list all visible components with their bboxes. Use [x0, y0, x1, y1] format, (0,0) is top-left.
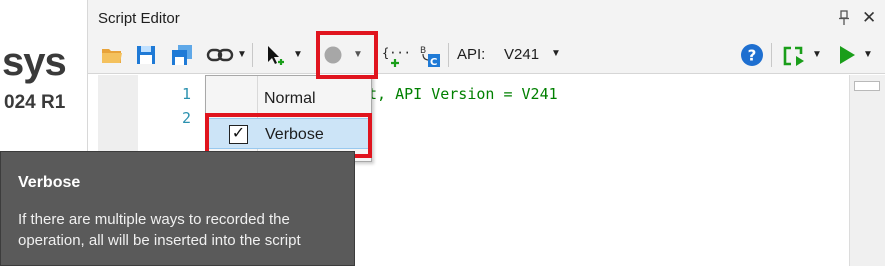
close-icon[interactable]: ✕: [862, 9, 876, 26]
svg-text:?: ?: [748, 47, 757, 65]
api-version-caret[interactable]: ▼: [551, 48, 561, 59]
help-icon[interactable]: ?: [740, 43, 764, 66]
save-icon[interactable]: [135, 44, 157, 66]
window-title: Script Editor: [98, 10, 180, 27]
product-logo-text: sys: [2, 40, 67, 84]
selection-dropdown-caret[interactable]: ▼: [293, 49, 303, 60]
api-label: API:: [457, 46, 486, 63]
run-icon[interactable]: [837, 44, 857, 66]
menu-item-label: Normal: [264, 90, 316, 107]
record-button-highlight: [316, 31, 378, 79]
selection-cursor-icon[interactable]: [264, 44, 288, 66]
vertical-scrollbar[interactable]: [849, 75, 885, 266]
scrollbar-thumb[interactable]: [854, 81, 880, 91]
svg-text:C: C: [430, 57, 437, 68]
run-dropdown-caret[interactable]: ▼: [863, 49, 873, 60]
code-line[interactable]: t, API Version = V241: [368, 85, 558, 103]
link-dropdown-caret[interactable]: ▼: [237, 49, 247, 60]
line-number: 2: [182, 109, 192, 127]
script-editor-title-bar: Script Editor ✕: [88, 0, 885, 36]
pin-icon[interactable]: [837, 10, 851, 26]
tooltip-body: If there are multiple ways to recorded t…: [18, 211, 301, 249]
open-folder-icon[interactable]: [100, 44, 124, 66]
menu-item-normal[interactable]: Normal: [208, 83, 369, 114]
save-as-icon[interactable]: [170, 44, 194, 66]
run-config-caret[interactable]: ▼: [812, 49, 822, 60]
toolbar-separator: [771, 43, 772, 67]
toolbar: ▼ ▼ ▼ {···} B C API: V241 ▼ ?: [88, 36, 885, 74]
insert-snippet-icon[interactable]: {···}: [382, 44, 408, 67]
toolbar-separator: [252, 43, 253, 67]
run-config-icon[interactable]: [782, 44, 806, 66]
convert-icon[interactable]: B C: [419, 44, 441, 68]
api-version-select[interactable]: V241: [504, 46, 539, 63]
tooltip: Verbose If there are multiple ways to re…: [0, 151, 355, 266]
link-icon[interactable]: [206, 44, 234, 66]
toolbar-separator: [448, 43, 449, 67]
tooltip-title: Verbose: [18, 174, 81, 191]
svg-text:{···}: {···}: [382, 46, 408, 60]
product-version-text: 024 R1: [4, 92, 66, 113]
line-number: 1: [182, 85, 192, 103]
